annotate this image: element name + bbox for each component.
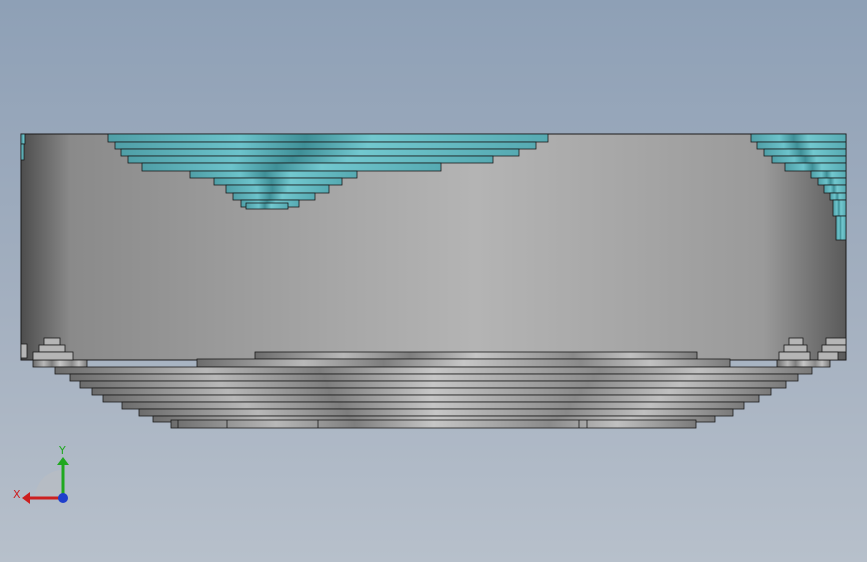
- triad-quadrant: [35, 470, 63, 498]
- graphics-viewport[interactable]: Y X: [0, 0, 867, 562]
- teal-steps-left[interactable]: [20, 133, 26, 161]
- y-axis-label: Y: [58, 444, 66, 457]
- bottom-steps[interactable]: [32, 351, 831, 429]
- coordinate-triad: Y X: [13, 444, 69, 504]
- cad-model[interactable]: [0, 0, 867, 562]
- z-axis-dot: [58, 493, 68, 503]
- y-axis-arrow: [57, 457, 69, 465]
- x-axis-label: X: [13, 488, 21, 501]
- x-axis-arrow: [22, 492, 30, 504]
